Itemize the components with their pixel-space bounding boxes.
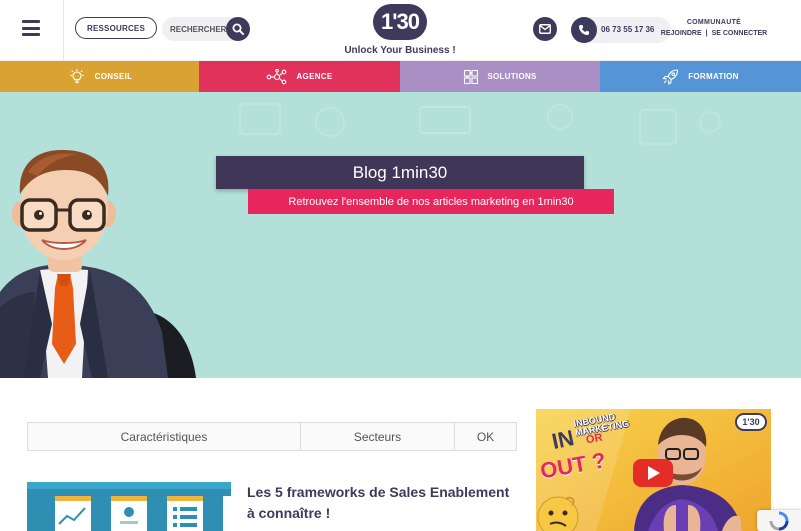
site-logo[interactable]: 1'30 Unlock Your Business !: [340, 3, 460, 59]
recaptcha-icon: [769, 511, 789, 531]
puzzle-icon: [464, 69, 479, 84]
nav-item-agence[interactable]: AGENCE: [199, 61, 400, 92]
article-title-line-2: à connaître !: [247, 505, 331, 521]
hero-title: Blog 1min30: [216, 156, 584, 189]
site-header: RESSOURCES 1'30 Unlock Your Business ! 0…: [0, 0, 801, 61]
filter-bar: Caractéristiques Secteurs OK: [27, 422, 517, 451]
hero-banner: Blog 1min30 Retrouvez l'ensemble de nos …: [0, 92, 801, 378]
article-title[interactable]: Les 5 frameworks de Sales Enablement à c…: [247, 482, 517, 524]
search-button[interactable]: [226, 17, 250, 41]
ressources-button[interactable]: RESSOURCES: [75, 17, 157, 39]
magnifier-icon: [232, 23, 244, 35]
phone-button[interactable]: 06 73 55 17 36: [571, 17, 671, 43]
network-icon: [267, 68, 287, 84]
sales-dashboard-illustration: [27, 482, 231, 531]
community-title: COMMUNAUTÉ: [686, 19, 742, 26]
nav-label-solutions: SOLUTIONS: [487, 72, 537, 81]
nav-item-solutions[interactable]: SOLUTIONS: [400, 61, 600, 92]
nav-item-conseil[interactable]: CONSEIL: [0, 61, 199, 92]
filter-caracteristiques[interactable]: Caractéristiques: [28, 423, 301, 450]
lightbulb-icon: [69, 68, 84, 83]
phone-icon: [571, 17, 597, 43]
filter-secteurs[interactable]: Secteurs: [301, 423, 455, 450]
article-title-line-1: Les 5 frameworks de Sales Enablement: [247, 484, 510, 500]
link-separator: |: [705, 30, 708, 37]
nav-item-formation[interactable]: FORMATION: [600, 61, 801, 92]
article-thumbnail[interactable]: [27, 482, 231, 531]
phone-number: 06 73 55 17 36: [601, 25, 655, 34]
logo-badge: 1'30: [373, 4, 427, 40]
community-block: COMMUNAUTÉ REJOINDRE | SE CONNECTER: [661, 19, 767, 37]
header-divider: [63, 0, 64, 60]
nav-label-formation: FORMATION: [688, 72, 739, 81]
search-input[interactable]: [170, 21, 230, 37]
logo-tagline: Unlock Your Business !: [344, 45, 456, 56]
nav-label-agence: AGENCE: [296, 72, 333, 81]
search-box: [162, 17, 250, 41]
nav-label-conseil: CONSEIL: [94, 72, 133, 81]
login-link[interactable]: SE CONNECTER: [712, 30, 768, 37]
hamburger-icon[interactable]: [22, 20, 40, 36]
envelope-icon: [539, 24, 551, 34]
mail-button[interactable]: [533, 17, 557, 41]
rocket-icon: [662, 68, 679, 85]
hero-boy-illustration: [0, 103, 721, 378]
main-nav: CONSEIL AGENCE SOLUTIONS FORMATION: [0, 61, 801, 92]
join-link[interactable]: REJOINDRE: [661, 30, 702, 37]
video-badge: 1'30: [735, 413, 767, 431]
filter-ok-button[interactable]: OK: [455, 423, 516, 450]
recaptcha-badge[interactable]: [757, 510, 801, 531]
hero-subtitle: Retrouvez l'ensemble de nos articles mar…: [248, 189, 614, 214]
video-thumbnail[interactable]: 1'30 INBOUND MARKETING IN OR OUT ?: [536, 409, 771, 531]
